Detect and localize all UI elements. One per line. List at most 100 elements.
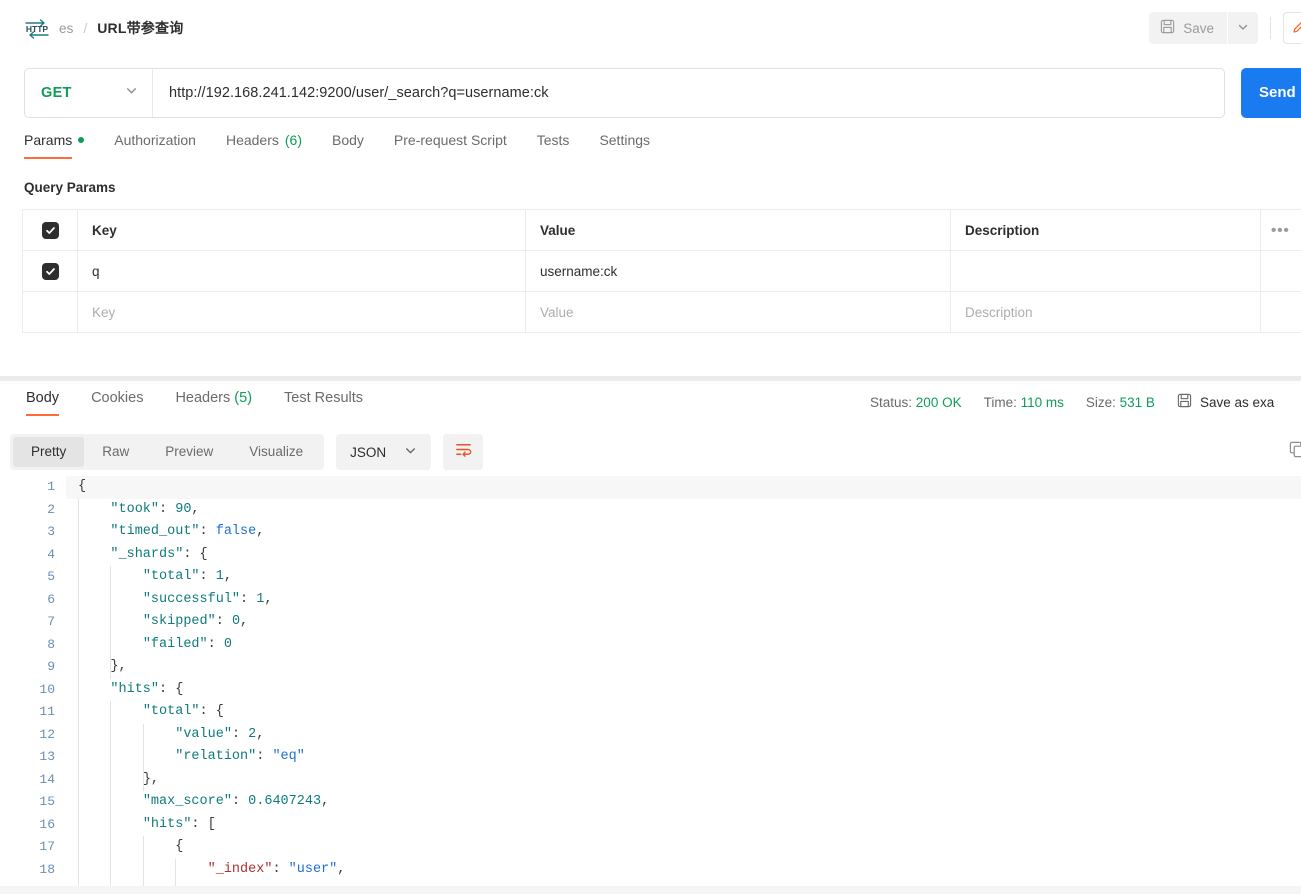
response-view-toolbar: Pretty Raw Preview Visualize JSON (10, 434, 484, 470)
code-line: }, (110, 659, 127, 674)
line-number: 1 (47, 479, 55, 494)
save-options-button[interactable] (1228, 12, 1258, 44)
response-tab-cookies[interactable]: Cookies (75, 390, 159, 416)
svg-text:HTTP: HTTP (26, 24, 49, 34)
line-number: 10 (39, 681, 55, 697)
row-actions-cell (1260, 250, 1301, 292)
row-checkbox-cell[interactable] (22, 250, 78, 292)
response-tab-headers[interactable]: Headers (5) (159, 390, 268, 416)
pane-splitter[interactable] (0, 376, 1301, 381)
param-key-cell[interactable]: q (77, 250, 526, 292)
save-button[interactable]: Save (1149, 12, 1227, 44)
more-options-icon[interactable]: ••• (1271, 223, 1290, 238)
indent-guide (110, 701, 112, 894)
code-line: { (66, 476, 1301, 499)
page-title: URL带参查询 (97, 20, 184, 36)
code-line: "_index": "user", (207, 861, 346, 877)
floppy-disk-icon (1177, 393, 1192, 411)
view-mode-pretty[interactable]: Pretty (13, 437, 85, 467)
code-line: "value": 2, (175, 726, 265, 742)
edit-request-button[interactable] (1283, 12, 1301, 44)
time-label: Time: (983, 394, 1017, 410)
line-number: 7 (47, 614, 55, 629)
tab-body-label: Body (332, 132, 364, 148)
breadcrumb-separator: / (83, 20, 88, 36)
size-label: Size: (1085, 394, 1116, 410)
url-input[interactable] (153, 69, 1224, 117)
param-description-cell[interactable] (950, 250, 1261, 292)
line-number: 16 (39, 816, 55, 832)
row-checkbox-cell-empty[interactable] (22, 291, 78, 333)
chevron-down-icon (125, 84, 138, 102)
save-as-example-label: Save as exa (1199, 394, 1275, 410)
checkbox-checked-icon[interactable] (41, 221, 59, 239)
response-tab-body[interactable]: Body (10, 390, 75, 416)
code-content[interactable]: { "took": 90, "timed_out": false, "_shar… (66, 476, 1301, 881)
pencil-icon (1292, 19, 1301, 37)
select-all-cell[interactable] (22, 209, 78, 251)
code-line: "hits": { (110, 681, 184, 697)
view-mode-raw[interactable]: Raw (84, 437, 147, 467)
breadcrumb: HTTP es / URL带参查询 (0, 17, 183, 39)
line-number: 8 (47, 636, 55, 652)
chevron-down-icon (404, 444, 417, 460)
breadcrumb-collection[interactable]: es (59, 21, 73, 36)
response-tab-cookies-label: Cookies (91, 390, 144, 406)
table-header-row: Key Value Description ••• Bu (22, 209, 1301, 251)
response-tab-test-results[interactable]: Test Results (268, 390, 379, 416)
response-format-label: JSON (350, 444, 387, 460)
copy-response-button[interactable] (1279, 434, 1301, 470)
response-format-selector[interactable]: JSON (336, 434, 432, 470)
size-badge: Size: 531 B (1086, 395, 1155, 410)
header-divider (1270, 17, 1271, 39)
tab-params[interactable]: Params (24, 132, 102, 159)
send-button[interactable]: Send (1241, 68, 1301, 118)
http-method-label: GET (41, 85, 72, 101)
line-number: 5 (47, 569, 55, 584)
response-body-viewer[interactable]: 1 2 3 4 5 6 7 8 9 10 11 12 13 14 15 16 17 18 { "took": 90… (0, 476, 1301, 894)
code-line: { (175, 839, 184, 854)
status-label: Status: (870, 394, 913, 410)
view-mode-preview[interactable]: Preview (147, 437, 231, 467)
tab-pre-request-script[interactable]: Pre-request Script (394, 132, 525, 159)
tab-authorization[interactable]: Authorization (114, 132, 214, 159)
save-button-label: Save (1183, 20, 1214, 36)
query-params-title: Query Params (24, 180, 116, 195)
indent-guide (142, 723, 144, 791)
tab-body[interactable]: Body (332, 132, 382, 159)
tab-settings[interactable]: Settings (599, 132, 668, 159)
param-value-cell[interactable]: username:ck (525, 250, 951, 292)
tab-settings-label: Settings (599, 132, 651, 148)
response-tab-headers-label: Headers (175, 390, 231, 406)
code-line: "timed_out": false, (110, 524, 265, 539)
request-tabs: Params Authorization Headers (6) Body Pr… (0, 132, 1301, 166)
tab-pre-request-script-label: Pre-request Script (393, 132, 507, 148)
tab-headers[interactable]: Headers (6) (226, 132, 320, 159)
param-key-placeholder[interactable]: Key (77, 291, 526, 333)
line-number: 17 (39, 839, 55, 854)
word-wrap-icon (454, 440, 473, 464)
indent-guide (78, 498, 79, 894)
save-button-group: Save (1149, 12, 1258, 44)
size-value: 531 B (1119, 394, 1155, 410)
http-method-selector[interactable]: GET (25, 69, 153, 117)
status-value: 200 OK (915, 394, 962, 410)
save-as-example-button[interactable]: Save as exa (1177, 393, 1274, 411)
checkbox-checked-icon[interactable] (41, 262, 59, 280)
code-line: "_shards": { (110, 546, 208, 562)
param-description-placeholder[interactable]: Description (950, 291, 1261, 333)
tab-headers-label: Headers (225, 132, 279, 148)
word-wrap-button[interactable] (443, 434, 484, 470)
column-header-key: Key (77, 209, 526, 251)
param-value-placeholder[interactable]: Value (525, 291, 951, 333)
time-badge: Time: 110 ms (984, 395, 1064, 410)
app-header: HTTP es / URL带参查询 Save (0, 0, 1301, 56)
viewer-bottom-bar (0, 886, 1301, 894)
view-mode-visualize[interactable]: Visualize (231, 437, 321, 467)
time-value: 110 ms (1020, 394, 1064, 410)
table-actions-cell: ••• Bu (1260, 209, 1301, 251)
code-line: "total": 1, (142, 569, 232, 584)
tab-tests[interactable]: Tests (537, 132, 588, 159)
code-line: "total": { (142, 704, 224, 719)
response-meta: Status: 200 OK Time: 110 ms Size: 531 B … (870, 393, 1274, 411)
